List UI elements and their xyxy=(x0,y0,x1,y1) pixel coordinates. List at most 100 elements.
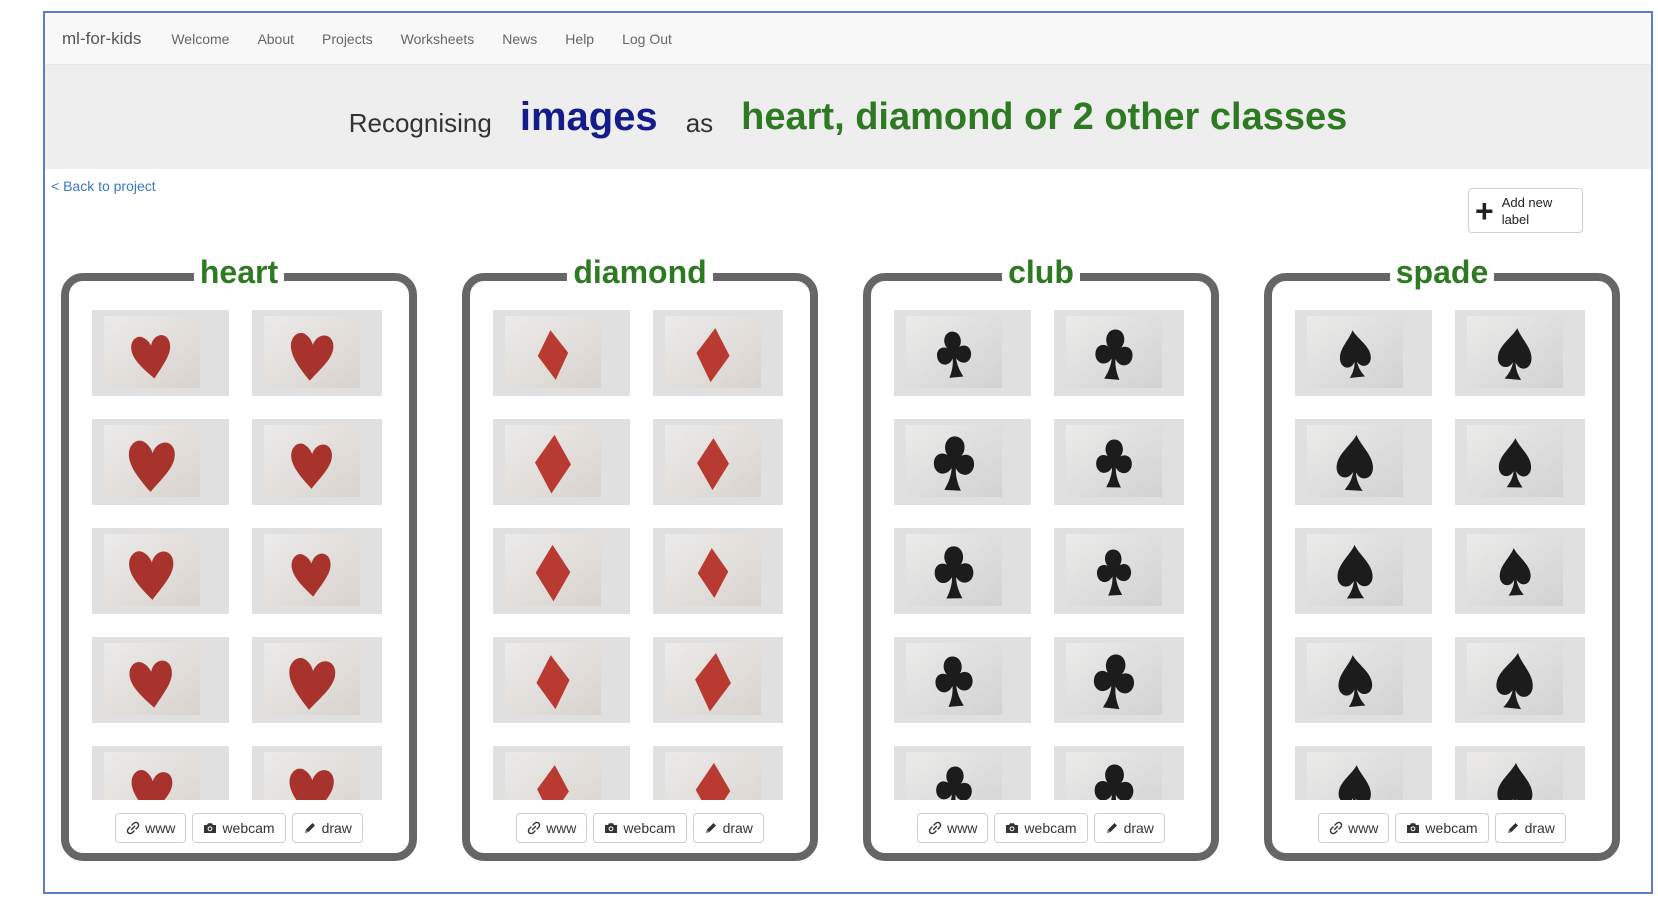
training-image-grid xyxy=(1295,310,1585,800)
training-image-spade[interactable] xyxy=(1295,746,1432,800)
training-image-club[interactable] xyxy=(894,746,1031,800)
training-image-spade[interactable] xyxy=(1295,310,1432,396)
add-from-webcam-button[interactable]: webcam xyxy=(994,813,1088,843)
training-image-spade[interactable] xyxy=(1455,637,1585,723)
training-image-club[interactable] xyxy=(1054,528,1184,614)
label-panel-club: club www webcam draw xyxy=(863,250,1219,861)
banner-middle: as xyxy=(685,107,714,138)
training-image-club[interactable] xyxy=(1054,746,1184,800)
training-image-spade[interactable] xyxy=(1295,419,1432,505)
label-title: heart xyxy=(193,250,285,294)
camera-icon xyxy=(604,822,623,834)
pencil-icon xyxy=(1506,821,1525,835)
banner-prefix: Recognising xyxy=(348,107,492,138)
nav-projects[interactable]: Projects xyxy=(322,31,373,47)
add-from-www-button[interactable]: www xyxy=(1318,813,1390,843)
add-from-www-button[interactable]: www xyxy=(115,813,187,843)
training-image-diamond[interactable] xyxy=(493,746,630,800)
training-image-spade[interactable] xyxy=(1455,310,1585,396)
training-image-club[interactable] xyxy=(1054,637,1184,723)
spade-card-photo xyxy=(1467,425,1563,497)
training-image-spade[interactable] xyxy=(1455,528,1585,614)
training-image-spade[interactable] xyxy=(1455,746,1585,800)
training-image-heart[interactable] xyxy=(92,310,229,396)
nav-log-out[interactable]: Log Out xyxy=(622,31,672,47)
diamond-card-photo xyxy=(665,316,761,388)
training-image-diamond[interactable] xyxy=(653,528,783,614)
nav-news[interactable]: News xyxy=(502,31,537,47)
heart-card-photo xyxy=(104,316,200,388)
training-image-diamond[interactable] xyxy=(653,746,783,800)
club-card-photo xyxy=(906,425,1002,497)
diamond-card-photo xyxy=(665,425,761,497)
training-image-club[interactable] xyxy=(894,310,1031,396)
training-image-club[interactable] xyxy=(1054,310,1184,396)
club-card-photo xyxy=(906,752,1002,800)
training-image-spade[interactable] xyxy=(1455,419,1585,505)
training-image-spade[interactable] xyxy=(1295,528,1432,614)
add-by-drawing-button[interactable]: draw xyxy=(1093,813,1165,843)
link-icon xyxy=(527,821,546,835)
training-image-heart[interactable] xyxy=(92,419,229,505)
diamond-card-photo xyxy=(665,643,761,715)
add-from-webcam-button[interactable]: webcam xyxy=(1395,813,1489,843)
nav-help[interactable]: Help xyxy=(565,31,594,47)
label-title: spade xyxy=(1389,250,1495,294)
training-image-heart[interactable] xyxy=(252,310,382,396)
add-by-drawing-button[interactable]: draw xyxy=(291,813,363,843)
label-title-container: diamond xyxy=(470,250,810,294)
training-image-diamond[interactable] xyxy=(493,310,630,396)
www-button-label: www xyxy=(947,820,978,836)
add-new-label-button[interactable]: + Add new label xyxy=(1468,188,1583,233)
add-example-buttons: www webcam draw xyxy=(69,813,409,843)
training-image-diamond[interactable] xyxy=(653,637,783,723)
add-new-label-text: Add new label xyxy=(1501,194,1553,227)
training-image-heart[interactable] xyxy=(252,746,382,800)
pencil-icon xyxy=(704,821,723,835)
brand-link[interactable]: ml-for-kids xyxy=(62,29,141,49)
training-image-heart[interactable] xyxy=(92,637,229,723)
training-image-diamond[interactable] xyxy=(493,528,630,614)
spade-card-photo xyxy=(1467,752,1563,800)
diamond-card-photo xyxy=(665,752,761,800)
webcam-button-label: webcam xyxy=(222,820,275,836)
nav-welcome[interactable]: Welcome xyxy=(171,31,229,47)
add-by-drawing-button[interactable]: draw xyxy=(1494,813,1566,843)
training-image-heart[interactable] xyxy=(92,746,229,800)
label-panel-spade: spade www webcam draw xyxy=(1264,250,1620,861)
draw-button-label: draw xyxy=(1123,820,1154,836)
training-image-diamond[interactable] xyxy=(493,637,630,723)
add-from-webcam-button[interactable]: webcam xyxy=(593,813,687,843)
app-frame: ml-for-kids Welcome About Projects Works… xyxy=(43,11,1653,894)
training-image-grid xyxy=(894,310,1184,800)
training-image-club[interactable] xyxy=(1054,419,1184,505)
back-to-project-link[interactable]: < Back to project xyxy=(51,178,156,194)
diamond-card-photo xyxy=(505,643,601,715)
training-image-club[interactable] xyxy=(894,528,1031,614)
spade-card-photo xyxy=(1467,534,1563,606)
add-from-www-button[interactable]: www xyxy=(516,813,588,843)
training-image-club[interactable] xyxy=(894,419,1031,505)
training-image-grid xyxy=(92,310,382,800)
label-panel-heart: heart www webcam draw xyxy=(61,250,417,861)
training-image-heart[interactable] xyxy=(92,528,229,614)
training-image-heart[interactable] xyxy=(252,637,382,723)
training-image-heart[interactable] xyxy=(252,419,382,505)
training-image-heart[interactable] xyxy=(252,528,382,614)
webcam-button-label: webcam xyxy=(1425,820,1478,836)
www-button-label: www xyxy=(546,820,577,836)
add-from-webcam-button[interactable]: webcam xyxy=(192,813,286,843)
training-image-diamond[interactable] xyxy=(653,419,783,505)
training-image-club[interactable] xyxy=(894,637,1031,723)
heart-card-photo xyxy=(264,752,360,800)
training-image-diamond[interactable] xyxy=(653,310,783,396)
nav-about[interactable]: About xyxy=(257,31,294,47)
heart-card-photo xyxy=(264,534,360,606)
training-image-spade[interactable] xyxy=(1295,637,1432,723)
webcam-button-label: webcam xyxy=(1024,820,1077,836)
webcam-button-label: webcam xyxy=(623,820,676,836)
training-image-diamond[interactable] xyxy=(493,419,630,505)
nav-worksheets[interactable]: Worksheets xyxy=(401,31,475,47)
add-from-www-button[interactable]: www xyxy=(917,813,989,843)
add-by-drawing-button[interactable]: draw xyxy=(692,813,764,843)
